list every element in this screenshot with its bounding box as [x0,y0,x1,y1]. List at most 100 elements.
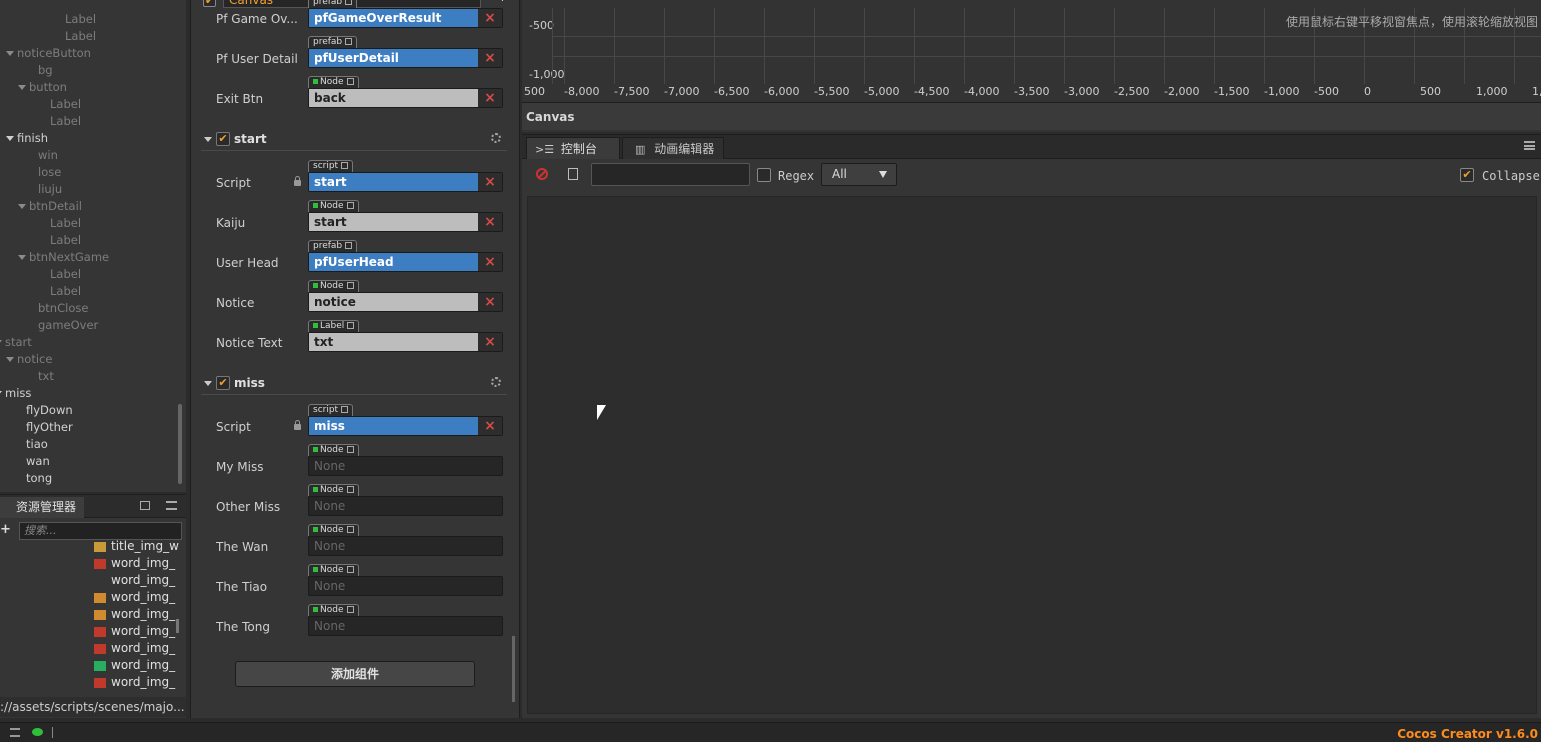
link-icon[interactable] [341,406,349,413]
link-icon[interactable] [345,0,353,5]
property-field[interactable]: None [308,456,503,476]
eye-icon[interactable] [32,728,43,736]
clear-icon[interactable]: × [478,253,502,271]
collapse-icon[interactable] [204,137,212,142]
clear-icon[interactable]: × [478,89,502,107]
expand-icon[interactable] [18,204,26,209]
expand-icon[interactable] [6,357,14,362]
inspector-scrollbar[interactable] [512,636,515,702]
component-enabled-checkbox[interactable]: ✔ [216,132,230,146]
asset-item[interactable]: word_img_ [0,623,176,640]
hierarchy-node[interactable]: Label [50,96,81,113]
type-badge[interactable]: Node [308,200,359,212]
property-field[interactable]: txt × [308,332,503,352]
hierarchy-node[interactable]: notice [6,351,52,368]
hierarchy-node[interactable]: noticeButton [6,45,91,62]
asset-item[interactable]: word_img_ [0,572,176,589]
type-badge[interactable]: Node [308,280,359,292]
add-asset-icon[interactable]: + [0,522,11,538]
hierarchy-node[interactable]: lose [38,164,61,181]
type-badge[interactable]: Node [308,444,359,456]
property-field[interactable]: start × [308,172,503,192]
hierarchy-node[interactable]: finish [6,130,48,147]
clear-icon[interactable]: × [478,333,502,351]
asset-item[interactable]: word_img_ [0,657,176,674]
link-icon[interactable] [346,446,354,453]
hierarchy-node[interactable]: Label [50,232,81,249]
link-icon[interactable] [346,202,354,209]
scene-panel[interactable]: -500 -1,000 500 -8,000 -7,500 -7,000 -6,500 -6,… [522,0,1541,132]
type-badge[interactable]: prefab [308,240,358,252]
property-field[interactable]: pfGameOverResult × [308,8,503,28]
hierarchy-node[interactable]: tong [26,470,52,487]
hierarchy-node[interactable]: miss [0,385,31,402]
section-start[interactable]: ✔ start [201,129,507,151]
link-icon[interactable] [346,526,354,533]
menu-icon[interactable] [1524,141,1535,150]
hierarchy-scrollbar[interactable] [178,404,182,484]
property-field[interactable]: None [308,536,503,556]
type-badge[interactable]: Node [308,564,359,576]
assets-scrollbar[interactable] [176,619,179,633]
hierarchy-node[interactable]: Label [65,28,96,45]
property-field[interactable]: start × [308,212,503,232]
hierarchy-node[interactable]: Label [50,215,81,232]
property-field[interactable]: notice × [308,292,503,312]
component-enabled-checkbox[interactable]: ✔ [216,376,230,390]
clear-icon[interactable]: × [478,49,502,67]
asset-item[interactable]: word_img_ [0,606,176,623]
console-output[interactable] [527,196,1537,714]
hierarchy-node[interactable]: btnClose [38,300,88,317]
expand-icon[interactable] [18,85,26,90]
hierarchy-node[interactable]: button [18,79,67,96]
tab-animation-editor[interactable]: ▥ 动画编辑器 [622,137,724,159]
menu-icon[interactable] [166,501,177,510]
clear-icon[interactable]: × [478,9,502,27]
hierarchy-node[interactable]: wan [26,453,50,470]
hierarchy-node[interactable]: start [0,334,32,351]
link-icon[interactable] [346,78,354,85]
assets-tab[interactable]: 资源管理器 [0,497,85,518]
asset-item[interactable]: word_img_ [0,555,176,572]
canvas-breadcrumb[interactable]: Canvas [526,110,575,124]
hierarchy-node[interactable]: Label [50,266,81,283]
hierarchy-node[interactable]: Label [50,113,81,130]
hierarchy-node[interactable]: flyDown [26,402,73,419]
hierarchy-node[interactable]: bg [38,62,53,79]
link-icon[interactable] [346,606,354,613]
type-badge[interactable]: Node [308,524,359,536]
type-badge[interactable]: prefab [308,36,358,48]
gear-icon[interactable] [491,377,501,387]
collapse-icon[interactable] [204,381,212,386]
hierarchy-node[interactable]: liuju [38,181,62,198]
clear-icon[interactable]: × [478,173,502,191]
type-badge[interactable]: prefab [308,0,358,8]
expand-icon[interactable] [0,391,2,396]
hierarchy-node[interactable]: gameOver [38,317,98,334]
log-level-select[interactable]: All [821,163,897,186]
clear-icon[interactable]: × [478,417,502,435]
open-log-icon[interactable] [568,168,578,180]
hierarchy-node[interactable]: tiao [26,436,48,453]
type-badge[interactable]: Node [308,604,359,616]
hierarchy-node[interactable]: Label [65,11,96,28]
type-badge[interactable]: script [308,404,354,416]
gear-icon[interactable] [491,133,501,143]
tab-console[interactable]: >☰ 控制台 [526,137,620,159]
link-icon[interactable] [341,162,349,169]
link-icon[interactable] [346,486,354,493]
clear-icon[interactable]: × [478,213,502,231]
expand-icon[interactable] [18,255,26,260]
property-field[interactable]: back × [308,88,503,108]
property-field[interactable]: None [308,496,503,516]
add-component-button[interactable]: 添加组件 [235,661,475,687]
regex-checkbox[interactable] [757,168,771,182]
hierarchy-node[interactable]: txt [38,368,54,385]
hierarchy-node[interactable]: btnNextGame [18,249,109,266]
type-badge[interactable]: Node [308,484,359,496]
asset-item[interactable]: title_img_w [0,538,179,555]
property-field[interactable]: miss × [308,416,503,436]
asset-item[interactable]: word_img_ [0,589,176,606]
type-badge[interactable]: Label [308,320,360,332]
section-miss[interactable]: ✔ miss [201,373,507,395]
